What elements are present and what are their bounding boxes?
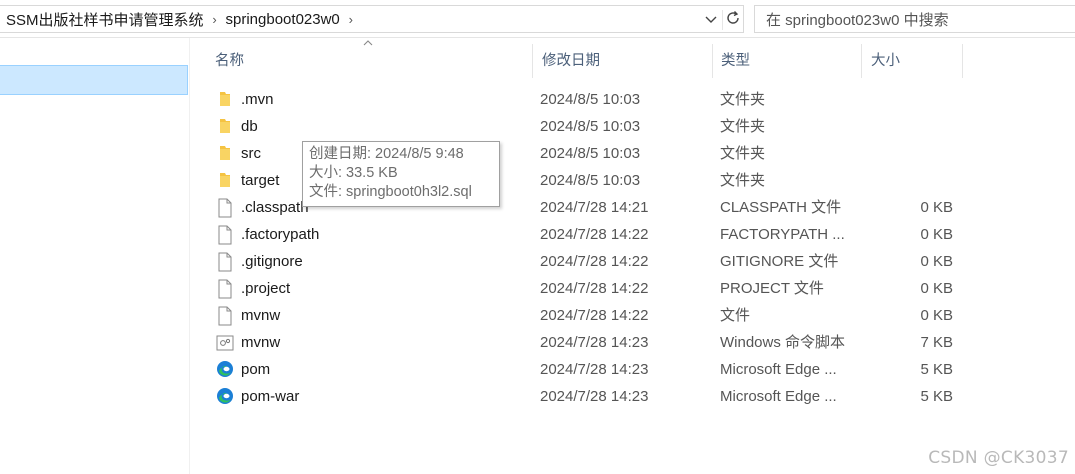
file-icon bbox=[216, 306, 234, 326]
file-name: .mvn bbox=[241, 91, 274, 108]
file-name: .gitignore bbox=[241, 253, 303, 270]
folder-icon bbox=[216, 171, 234, 191]
file-name: db bbox=[241, 118, 258, 135]
file-size: 5 KB bbox=[920, 361, 953, 378]
file-size: 0 KB bbox=[920, 280, 953, 297]
breadcrumb-root[interactable]: SSM出版社样书申请管理系统 bbox=[6, 9, 204, 30]
file-size: 0 KB bbox=[920, 307, 953, 324]
file-type: 文件夹 bbox=[720, 145, 766, 162]
chevron-down-icon[interactable] bbox=[702, 10, 720, 30]
file-size: 0 KB bbox=[920, 226, 953, 243]
address-toolbar: SSM出版社样书申请管理系统 › springboot023w0 › 在 spr… bbox=[0, 0, 1075, 38]
column-headers: 名称 修改日期 类型 大小 bbox=[190, 40, 1075, 78]
file-size: 0 KB bbox=[920, 253, 953, 270]
file-type: 文件夹 bbox=[720, 118, 766, 135]
file-date: 2024/7/28 14:23 bbox=[540, 388, 649, 405]
file-date: 2024/7/28 14:21 bbox=[540, 199, 649, 216]
file-name: src bbox=[241, 145, 261, 162]
search-input[interactable]: 在 springboot023w0 中搜索 bbox=[754, 5, 1075, 33]
script-icon bbox=[216, 333, 234, 353]
file-size: 5 KB bbox=[920, 388, 953, 405]
breadcrumb-current[interactable]: springboot023w0 bbox=[226, 11, 340, 28]
file-icon bbox=[216, 225, 234, 245]
folder-icon bbox=[216, 117, 234, 137]
file-name: .factorypath bbox=[241, 226, 320, 243]
file-date: 2024/7/28 14:22 bbox=[540, 280, 649, 297]
file-name: mvnw bbox=[241, 334, 281, 351]
file-date: 2024/7/28 14:22 bbox=[540, 253, 649, 270]
file-date: 2024/7/28 14:22 bbox=[540, 226, 649, 243]
edge-icon bbox=[216, 360, 234, 380]
breadcrumb-chevron-icon[interactable]: › bbox=[340, 12, 362, 27]
file-row[interactable]: .project 2024/7/28 14:22 PROJECT 文件 0 KB bbox=[210, 275, 970, 302]
folder-icon bbox=[216, 90, 234, 110]
file-icon bbox=[216, 252, 234, 272]
nav-selected-item[interactable] bbox=[0, 65, 188, 95]
column-header-size[interactable]: 大小 bbox=[861, 44, 963, 78]
refresh-icon[interactable] bbox=[722, 10, 742, 30]
file-row[interactable]: pom 2024/7/28 14:23 Microsoft Edge ... 5 KB bbox=[210, 356, 970, 383]
file-row[interactable]: .mvn 2024/8/5 10:03 文件夹 bbox=[210, 86, 970, 113]
file-name: target bbox=[241, 172, 280, 189]
file-date: 2024/7/28 14:23 bbox=[540, 361, 649, 378]
search-placeholder: 在 springboot023w0 中搜索 bbox=[766, 11, 949, 29]
file-date: 2024/8/5 10:03 bbox=[540, 118, 641, 135]
file-size: 7 KB bbox=[920, 334, 953, 351]
column-header-date[interactable]: 修改日期 bbox=[532, 44, 713, 78]
file-name: mvnw bbox=[241, 307, 281, 324]
file-row[interactable]: mvnw 2024/7/28 14:23 Windows 命令脚本 7 KB bbox=[210, 329, 970, 356]
file-tooltip: 创建日期: 2024/8/5 9:48 大小: 33.5 KB 文件: spri… bbox=[302, 141, 500, 207]
file-size: 0 KB bbox=[920, 199, 953, 216]
folder-icon bbox=[216, 144, 234, 164]
file-date: 2024/7/28 14:22 bbox=[540, 307, 649, 324]
address-bar[interactable]: SSM出版社样书申请管理系统 › springboot023w0 › bbox=[0, 5, 744, 33]
file-date: 2024/8/5 10:03 bbox=[540, 145, 641, 162]
file-type: PROJECT 文件 bbox=[720, 280, 824, 297]
file-type: 文件夹 bbox=[720, 172, 766, 189]
navigation-pane[interactable] bbox=[0, 38, 190, 474]
tooltip-size: 大小: 33.5 KB bbox=[309, 165, 398, 181]
file-icon bbox=[216, 279, 234, 299]
file-row[interactable]: db 2024/8/5 10:03 文件夹 bbox=[210, 113, 970, 140]
file-row[interactable]: mvnw 2024/7/28 14:22 文件 0 KB bbox=[210, 302, 970, 329]
file-type: 文件 bbox=[720, 307, 751, 324]
tooltip-created: 创建日期: 2024/8/5 9:48 bbox=[309, 146, 464, 162]
file-name: pom-war bbox=[241, 388, 300, 405]
file-row[interactable]: pom-war 2024/7/28 14:23 Microsoft Edge ...… bbox=[210, 383, 970, 410]
column-header-type[interactable]: 类型 bbox=[711, 44, 862, 78]
column-header-name[interactable]: 名称 bbox=[205, 44, 533, 78]
file-name: .project bbox=[241, 280, 291, 297]
file-date: 2024/7/28 14:23 bbox=[540, 334, 649, 351]
file-row[interactable]: .factorypath 2024/7/28 14:22 FACTORYPATH .… bbox=[210, 221, 970, 248]
breadcrumb-chevron-icon[interactable]: › bbox=[204, 12, 226, 27]
file-row[interactable]: .gitignore 2024/7/28 14:22 GITIGNORE 文件 0 K… bbox=[210, 248, 970, 275]
watermark: CSDN @CK3037 bbox=[928, 448, 1069, 468]
tooltip-files: 文件: springboot0h3l2.sql bbox=[309, 184, 472, 200]
file-name: .classpath bbox=[241, 199, 309, 216]
edge-icon bbox=[216, 387, 234, 407]
file-type: 文件夹 bbox=[720, 91, 766, 108]
file-icon bbox=[216, 198, 234, 218]
file-date: 2024/8/5 10:03 bbox=[540, 172, 641, 189]
file-date: 2024/8/5 10:03 bbox=[540, 91, 641, 108]
file-name: pom bbox=[241, 361, 271, 378]
